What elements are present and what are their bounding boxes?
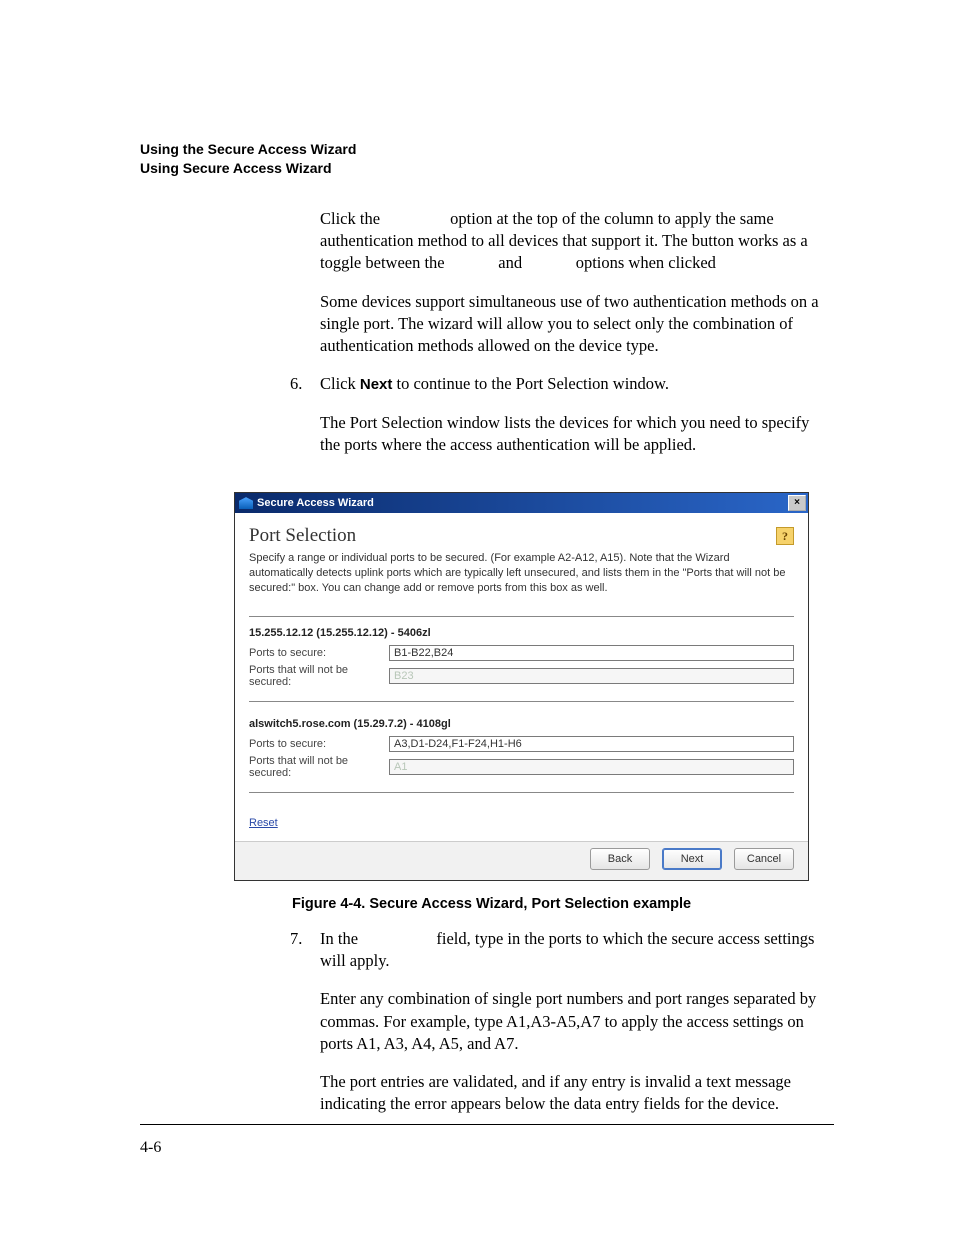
body-text-block: 7. In the field, type in the ports to wh… <box>290 928 830 1132</box>
text: Click <box>320 374 360 393</box>
paragraph: Click the option at the top of the colum… <box>320 208 830 275</box>
ports-not-secured-input[interactable] <box>389 759 794 775</box>
document-page: Using the Secure Access Wizard Using Sec… <box>0 0 954 1235</box>
title-left: Secure Access Wizard <box>239 497 374 509</box>
cancel-button[interactable]: Cancel <box>734 848 794 870</box>
ports-to-secure-input[interactable] <box>389 645 794 661</box>
field-label: Ports that will not be secured: <box>249 755 389 779</box>
field-label: Ports that will not be secured: <box>249 664 389 688</box>
step-row: 7. In the field, type in the ports to wh… <box>290 928 830 1132</box>
running-header-line2: Using Secure Access Wizard <box>140 159 834 178</box>
paragraph: Enter any combination of single port num… <box>320 988 830 1055</box>
wizard-heading-row: Port Selection ? <box>249 525 794 547</box>
wizard-heading: Port Selection <box>249 525 356 547</box>
titlebar: Secure Access Wizard × <box>235 493 808 513</box>
help-icon[interactable]: ? <box>776 527 794 545</box>
step-number: 7. <box>290 928 320 1132</box>
paragraph: The Port Selection window lists the devi… <box>320 412 830 457</box>
footer-rule <box>140 1124 834 1125</box>
device-group: 15.255.12.12 (15.255.12.12) - 5406zl Por… <box>249 616 794 702</box>
step-row: 6. Click Next to continue to the Port Se… <box>290 373 830 472</box>
paragraph: Some devices support simultaneous use of… <box>320 291 830 358</box>
body-text-block: 6. Click Next to continue to the Port Se… <box>290 373 830 472</box>
ports-not-secured-input[interactable] <box>389 668 794 684</box>
step-content: In the field, type in the ports to which… <box>320 928 830 1132</box>
wizard-intro: Specify a range or individual ports to b… <box>249 551 794 596</box>
step-number: 6. <box>290 373 320 472</box>
figure-caption: Figure 4-4. Secure Access Wizard, Port S… <box>292 896 834 912</box>
close-icon[interactable]: × <box>788 495 806 511</box>
text: to continue to the Port Selection window… <box>392 374 669 393</box>
field-row: Ports that will not be secured: <box>249 755 794 779</box>
field-row: Ports that will not be secured: <box>249 664 794 688</box>
wizard-body: Port Selection ? Specify a range or indi… <box>235 513 808 841</box>
field-label: Ports to secure: <box>249 738 389 750</box>
paragraph: The port entries are validated, and if a… <box>320 1071 830 1116</box>
device-title: alswitch5.rose.com (15.29.7.2) - 4108gl <box>249 718 794 730</box>
field-row: Ports to secure: <box>249 645 794 661</box>
field-row: Ports to secure: <box>249 736 794 752</box>
next-bold: Next <box>360 376 393 393</box>
running-header: Using the Secure Access Wizard Using Sec… <box>140 140 834 178</box>
body-text-block: Click the option at the top of the colum… <box>320 208 830 358</box>
button-bar: Back Next Cancel <box>235 841 808 880</box>
wizard-window: Secure Access Wizard × Port Selection ? … <box>234 492 809 881</box>
field-label: Ports to secure: <box>249 647 389 659</box>
next-button[interactable]: Next <box>662 848 722 870</box>
device-group: alswitch5.rose.com (15.29.7.2) - 4108gl … <box>249 708 794 793</box>
paragraph: In the field, type in the ports to which… <box>320 928 830 973</box>
step-content: Click Next to continue to the Port Selec… <box>320 373 830 472</box>
device-title: 15.255.12.12 (15.255.12.12) - 5406zl <box>249 627 794 639</box>
app-icon <box>239 497 253 509</box>
window-title: Secure Access Wizard <box>257 497 374 509</box>
ports-to-secure-input[interactable] <box>389 736 794 752</box>
reset-link[interactable]: Reset <box>249 817 278 829</box>
running-header-line1: Using the Secure Access Wizard <box>140 140 834 159</box>
back-button[interactable]: Back <box>590 848 650 870</box>
page-number: 4-6 <box>140 1139 161 1157</box>
